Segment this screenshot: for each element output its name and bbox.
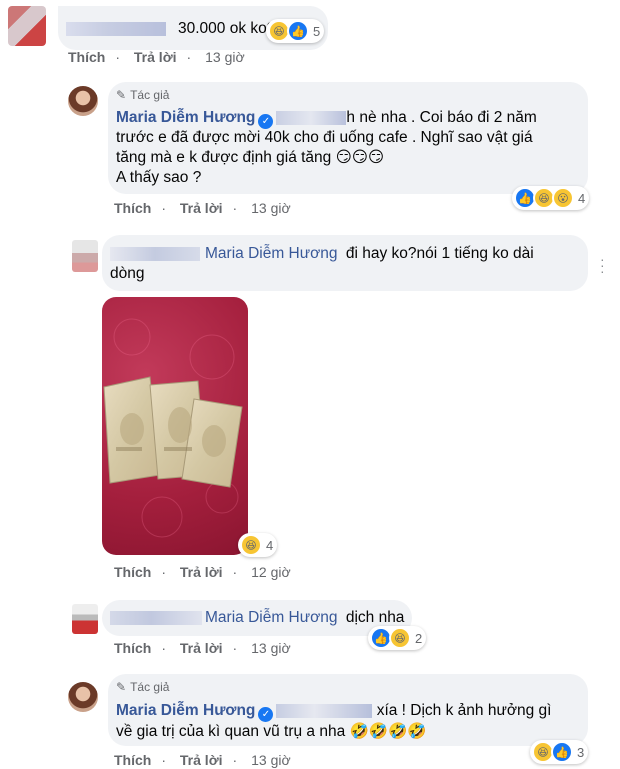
pen-icon: ✎: [116, 680, 127, 694]
reaction-count: 4: [266, 537, 274, 553]
reaction-count: 2: [415, 630, 423, 646]
comment-time[interactable]: 13 giờ: [205, 49, 245, 65]
like-link[interactable]: Thích: [114, 640, 151, 656]
comment-actions: Thích · Trả lời · 13 giờ: [68, 49, 245, 65]
reply-link[interactable]: Trả lời: [180, 564, 223, 580]
comment-line-3: tăng mà e k được định giá tăng 😏😏😏: [116, 149, 385, 166]
author-name[interactable]: Maria Diễm Hương: [116, 702, 255, 719]
attached-photo[interactable]: [102, 297, 248, 555]
comment-bubble: ✎ Tác giả Maria Diễm Hương ✓ h nè nha . Co…: [108, 82, 588, 194]
comment-line-2: trước e đã được mời 40k cho đi uống cafe…: [116, 129, 533, 146]
reaction-summary[interactable]: 😆 👍 5: [266, 19, 325, 43]
banknotes-photo: [103, 318, 243, 538]
reply-link[interactable]: Trả lời: [180, 640, 223, 656]
redacted-name: [110, 247, 200, 261]
like-icon: 👍: [287, 20, 309, 42]
reply-link[interactable]: Trả lời: [134, 49, 177, 65]
comment-time[interactable]: 13 giờ: [251, 752, 291, 768]
comment-line-2: về gia trị của kì quan vũ trụ a nha 🤣🤣🤣🤣: [116, 723, 427, 740]
more-options-icon[interactable]: · · ·: [600, 252, 606, 278]
comment-text: xía ! Dịch k ảnh hưởng gì: [376, 702, 552, 719]
like-link[interactable]: Thích: [68, 49, 105, 65]
comment-first-line: Maria Diễm Hương dịch nha: [205, 608, 404, 628]
comment-line-2: dòng: [110, 265, 145, 282]
author-badge: ✎ Tác giả: [116, 88, 170, 102]
reply-link[interactable]: Trả lời: [180, 752, 223, 768]
comment-time[interactable]: 13 giờ: [251, 200, 291, 216]
verified-icon: ✓: [258, 707, 274, 722]
comment-text: 30.000 ok ko?: [178, 20, 276, 37]
author-avatar[interactable]: [68, 682, 98, 712]
redacted-mention: [276, 703, 373, 718]
avatar[interactable]: [72, 240, 98, 272]
like-link[interactable]: Thích: [114, 564, 151, 580]
like-icon: 👍: [551, 741, 573, 763]
comment-actions: Thích · Trả lời · 12 giờ: [114, 564, 291, 580]
author-avatar[interactable]: [68, 86, 98, 116]
redacted-mention: [276, 110, 347, 125]
like-link[interactable]: Thích: [114, 200, 151, 216]
comment-text: dịch nha: [345, 609, 405, 626]
avatar[interactable]: [72, 604, 98, 634]
avatar[interactable]: [8, 6, 46, 46]
redacted-name: [66, 22, 166, 36]
author-badge: ✎ Tác giả: [116, 680, 170, 694]
wow-icon: 😮: [552, 187, 574, 209]
author-name[interactable]: Maria Diễm Hương: [116, 109, 255, 126]
comment-time[interactable]: 13 giờ: [251, 640, 291, 656]
comment-bubble: Maria Diễm Hương dịch nha: [102, 600, 412, 636]
comment-first-line: Maria Diễm Hương ✓ h nè nha . Coi báo đi 2…: [116, 108, 537, 129]
comment-line-4: A thấy sao ?: [116, 169, 202, 186]
mention-link[interactable]: Maria Diễm Hương: [205, 609, 338, 626]
like-link[interactable]: Thích: [114, 752, 151, 768]
comment-actions: Thích · Trả lời · 13 giờ: [114, 640, 291, 656]
haha-icon: 😆: [240, 534, 262, 556]
comment-bubble: ✎ Tác giả Maria Diễm Hương ✓ xía ! Dịch k…: [108, 674, 588, 746]
pen-icon: ✎: [116, 88, 127, 102]
comment-time[interactable]: 12 giờ: [251, 564, 291, 580]
reaction-count: 5: [313, 23, 321, 39]
reaction-summary[interactable]: 👍 😆 😮 4: [512, 186, 590, 210]
comment-text: đi hay ko?nói 1 tiếng ko dài: [345, 245, 534, 262]
mention-link[interactable]: Maria Diễm Hương: [205, 245, 338, 262]
reaction-count: 3: [577, 744, 585, 760]
comment-first-line: Maria Diễm Hương đi hay ko?nói 1 tiếng k…: [205, 244, 534, 264]
reaction-count: 4: [578, 190, 586, 206]
redacted-name: [110, 611, 202, 625]
comment-actions: Thích · Trả lời · 13 giờ: [114, 200, 291, 216]
verified-icon: ✓: [258, 114, 274, 129]
comment-first-line: Maria Diễm Hương ✓ xía ! Dịch k ảnh hưởng…: [116, 701, 551, 722]
reaction-summary[interactable]: 😆 👍 3: [530, 740, 589, 764]
comment-actions: Thích · Trả lời · 13 giờ: [114, 752, 291, 768]
reply-link[interactable]: Trả lời: [180, 200, 223, 216]
reaction-summary[interactable]: 😆 4: [238, 533, 278, 557]
reaction-summary[interactable]: 👍 😆 2: [368, 626, 427, 650]
haha-icon: 😆: [389, 627, 411, 649]
comment-text: h nè nha . Coi báo đi 2 năm: [346, 109, 537, 126]
comment-bubble: Maria Diễm Hương đi hay ko?nói 1 tiếng k…: [102, 235, 588, 291]
